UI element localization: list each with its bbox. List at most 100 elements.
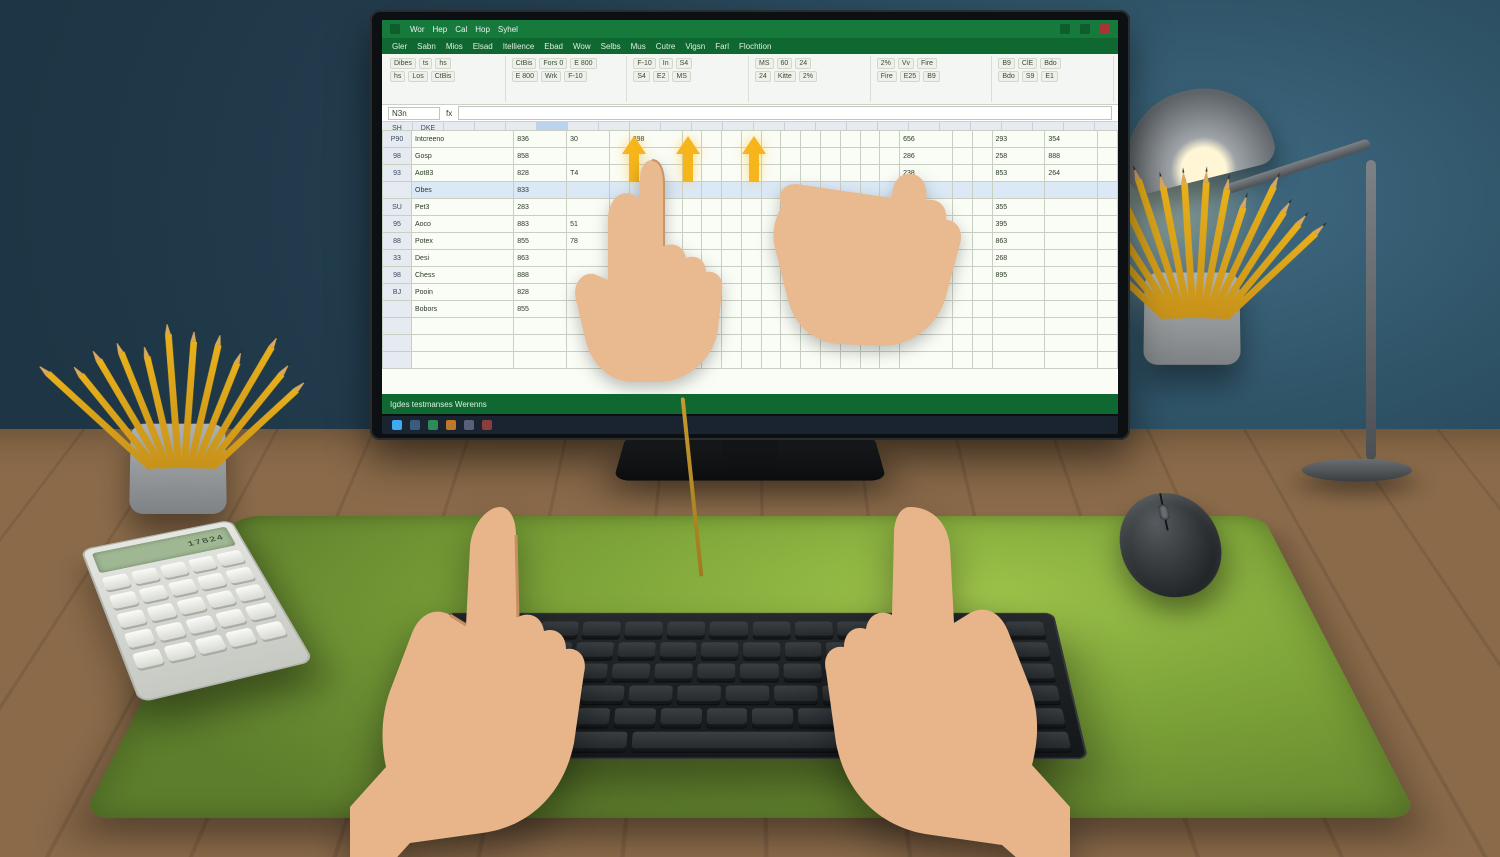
cell[interactable] bbox=[1098, 335, 1118, 352]
keyboard-key[interactable] bbox=[868, 664, 908, 682]
cell[interactable] bbox=[1045, 233, 1098, 250]
row-header[interactable]: SU bbox=[383, 199, 412, 216]
name-box[interactable]: N3n bbox=[388, 107, 440, 120]
cell[interactable] bbox=[1098, 216, 1118, 233]
menu-item[interactable]: Elsad bbox=[473, 42, 493, 51]
keyboard-key[interactable] bbox=[909, 642, 948, 659]
ribbon-button[interactable]: E 800 bbox=[570, 58, 596, 69]
keyboard-key[interactable] bbox=[1014, 685, 1061, 703]
ribbon-button[interactable]: MS bbox=[672, 71, 691, 82]
keyboard-key[interactable] bbox=[582, 622, 621, 639]
cell[interactable] bbox=[1045, 352, 1098, 369]
spreadsheet-app[interactable]: WorHepCalHopSyhel GlerSabnMiosElsadItell… bbox=[382, 20, 1118, 414]
cell[interactable] bbox=[972, 284, 992, 301]
keyboard-key[interactable] bbox=[568, 664, 608, 682]
cell[interactable] bbox=[972, 182, 992, 199]
ribbon-button[interactable]: Fire bbox=[917, 58, 937, 69]
ribbon-button[interactable]: ts bbox=[419, 58, 432, 69]
ribbon-button[interactable]: hs bbox=[435, 58, 450, 69]
keyboard-key[interactable] bbox=[870, 685, 915, 703]
keyboard-key[interactable] bbox=[963, 622, 1004, 639]
cell[interactable]: 395 bbox=[992, 216, 1045, 233]
cell[interactable]: 354 bbox=[1045, 131, 1098, 148]
keyboard-key[interactable] bbox=[822, 685, 867, 703]
keyboard-key[interactable] bbox=[710, 622, 748, 639]
cell[interactable]: Aot83 bbox=[412, 165, 514, 182]
cell[interactable] bbox=[972, 165, 992, 182]
cell[interactable]: 853 bbox=[992, 165, 1045, 182]
menu-item[interactable]: Mios bbox=[446, 42, 463, 51]
menu-item[interactable]: Flochtion bbox=[739, 42, 771, 51]
keyboard-key[interactable] bbox=[740, 664, 778, 682]
app-menubar[interactable]: GlerSabnMiosElsadItellienceEbadWowSelbsM… bbox=[382, 38, 1118, 54]
ribbon-button[interactable]: Bdo bbox=[1040, 58, 1060, 69]
taskbar-app-icon[interactable] bbox=[428, 420, 438, 430]
quick-access-item[interactable]: Syhel bbox=[498, 25, 518, 34]
cell[interactable]: 355 bbox=[992, 199, 1045, 216]
keyboard-key[interactable] bbox=[563, 732, 627, 752]
cell[interactable]: 836 bbox=[514, 131, 567, 148]
keyboard-key[interactable] bbox=[575, 642, 614, 659]
cell[interactable] bbox=[722, 131, 742, 148]
cell[interactable]: 656 bbox=[900, 131, 953, 148]
cell[interactable]: Potex bbox=[412, 233, 514, 250]
keyboard-key[interactable] bbox=[753, 708, 794, 727]
cell[interactable] bbox=[972, 352, 992, 369]
ribbon-button[interactable]: E2 bbox=[653, 71, 670, 82]
ribbon-button[interactable]: Fire bbox=[877, 71, 897, 82]
cell[interactable] bbox=[781, 131, 801, 148]
cell[interactable] bbox=[1045, 301, 1098, 318]
cell[interactable] bbox=[992, 284, 1045, 301]
cell[interactable] bbox=[1045, 267, 1098, 284]
taskbar-app-icon[interactable] bbox=[482, 420, 492, 430]
keyboard-key[interactable] bbox=[981, 708, 1066, 727]
keyboard-key[interactable] bbox=[667, 622, 705, 639]
keyboard-key[interactable] bbox=[496, 732, 561, 752]
ribbon-button[interactable]: E 800 bbox=[512, 71, 538, 82]
ribbon-button[interactable]: F-10 bbox=[633, 58, 655, 69]
cell[interactable] bbox=[1098, 233, 1118, 250]
keyboard-key[interactable] bbox=[826, 664, 865, 682]
keyboard-key[interactable] bbox=[567, 708, 610, 727]
keyboard-key[interactable] bbox=[743, 642, 780, 659]
row-header[interactable]: 93 bbox=[383, 165, 412, 182]
cell[interactable]: 293 bbox=[992, 131, 1045, 148]
cell[interactable] bbox=[1098, 165, 1118, 182]
keyboard-key[interactable] bbox=[434, 708, 519, 727]
menu-item[interactable]: Gler bbox=[392, 42, 407, 51]
menu-item[interactable]: Itellience bbox=[503, 42, 535, 51]
menu-item[interactable]: Farl bbox=[715, 42, 729, 51]
keyboard-key[interactable] bbox=[951, 642, 991, 659]
keyboard-key[interactable] bbox=[798, 708, 840, 727]
cell[interactable] bbox=[1098, 267, 1118, 284]
ribbon-button[interactable]: S4 bbox=[676, 58, 693, 69]
keyboard-key[interactable] bbox=[844, 708, 886, 727]
keyboard-key[interactable] bbox=[521, 708, 565, 727]
keyboard-key[interactable] bbox=[660, 708, 702, 727]
cell[interactable]: 264 bbox=[1045, 165, 1098, 182]
cell[interactable] bbox=[1098, 182, 1118, 199]
row-header[interactable] bbox=[383, 301, 412, 318]
cell[interactable] bbox=[840, 131, 860, 148]
menu-item[interactable]: Selbs bbox=[601, 42, 621, 51]
cell[interactable] bbox=[992, 318, 1045, 335]
menu-item[interactable]: Cutre bbox=[656, 42, 676, 51]
keyboard-key[interactable] bbox=[628, 685, 673, 703]
cell[interactable] bbox=[1098, 301, 1118, 318]
keyboard-key[interactable] bbox=[531, 685, 577, 703]
cell[interactable] bbox=[1045, 216, 1098, 233]
cell[interactable] bbox=[972, 199, 992, 216]
keyboard-key[interactable] bbox=[868, 642, 907, 659]
cell[interactable] bbox=[702, 131, 722, 148]
ribbon-button[interactable]: hs bbox=[390, 71, 405, 82]
keyboard-key[interactable] bbox=[918, 685, 964, 703]
row-header[interactable]: BJ bbox=[383, 284, 412, 301]
cell[interactable] bbox=[1045, 335, 1098, 352]
cell[interactable] bbox=[801, 131, 821, 148]
ribbon-button[interactable]: Vv bbox=[898, 58, 914, 69]
cell[interactable] bbox=[412, 318, 514, 335]
keyboard-key[interactable] bbox=[910, 664, 950, 682]
start-icon[interactable] bbox=[392, 420, 402, 430]
menu-item[interactable]: Wow bbox=[573, 42, 591, 51]
ribbon-button[interactable]: 24 bbox=[795, 58, 811, 69]
